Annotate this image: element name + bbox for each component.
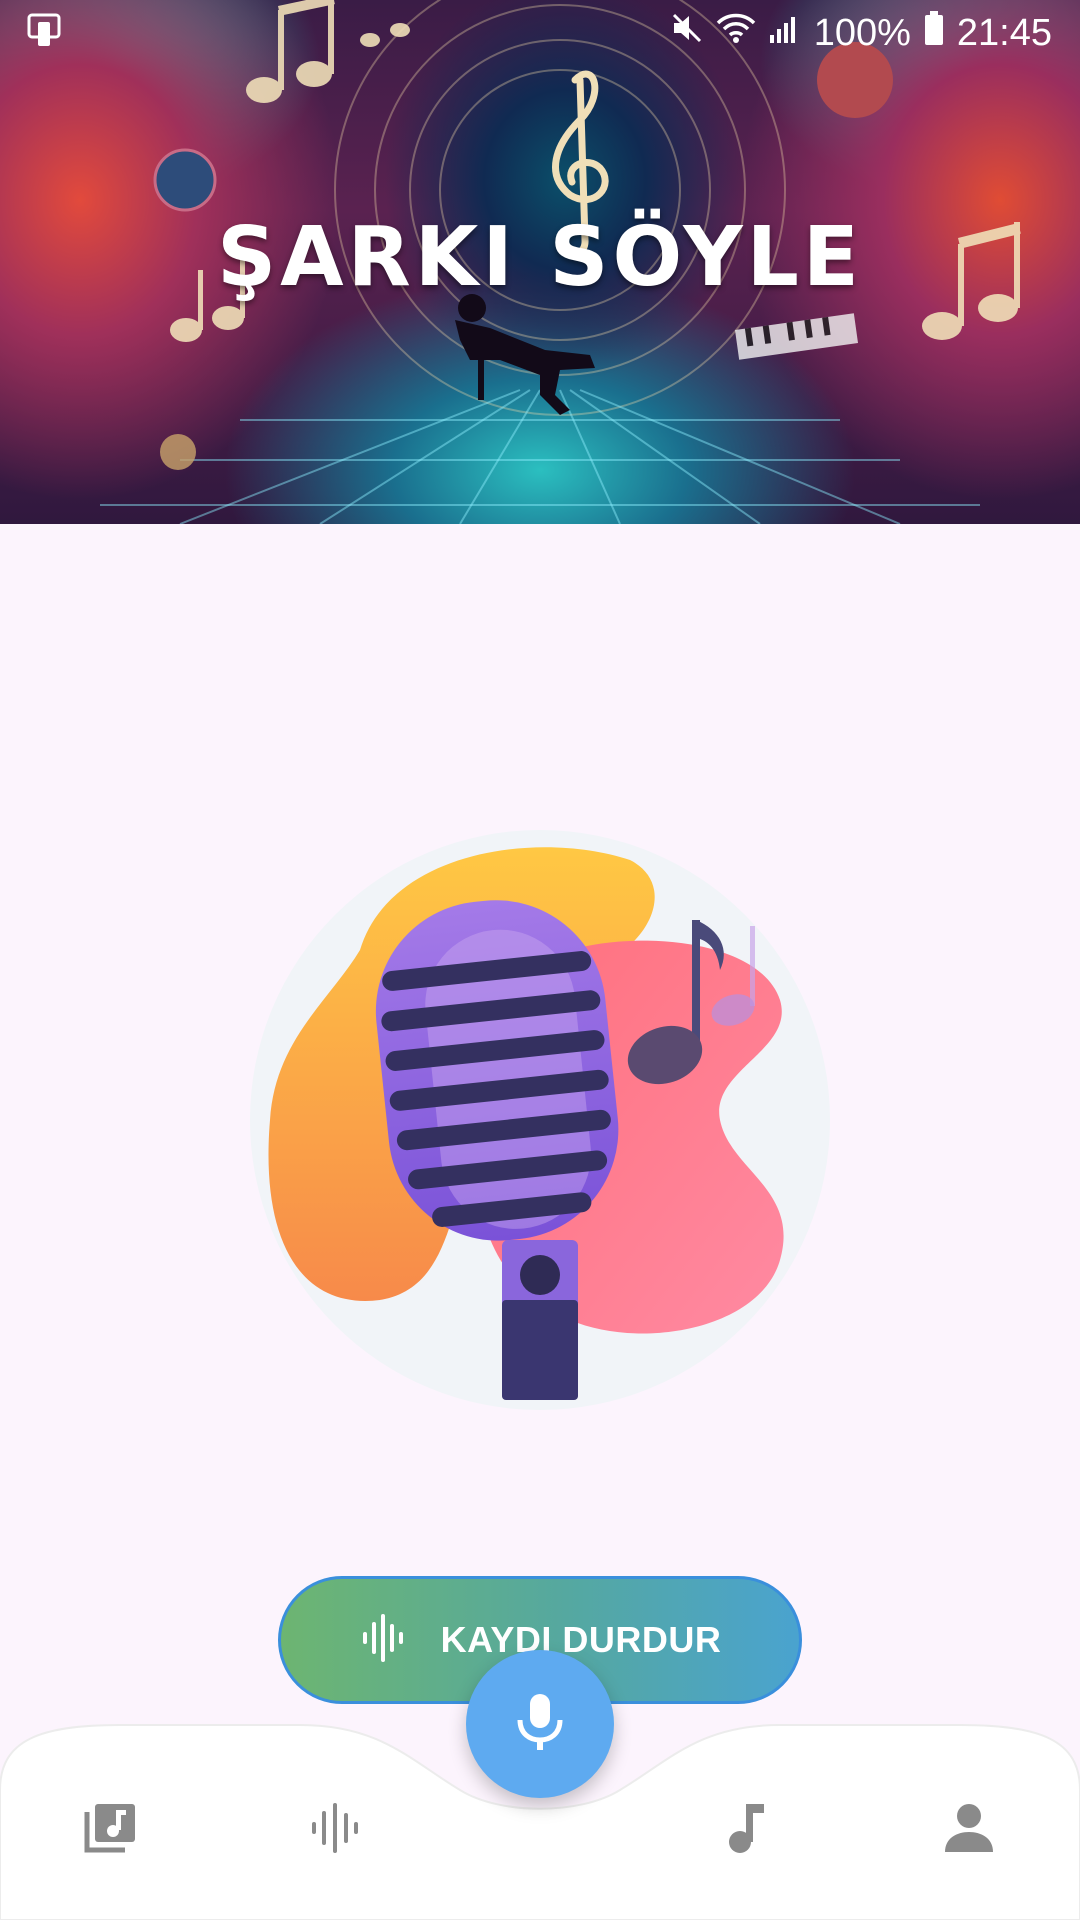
wifi-icon (716, 11, 756, 55)
record-fab-button[interactable] (466, 1650, 614, 1798)
battery-percent: 100% (813, 12, 911, 54)
nav-songs[interactable] (702, 1790, 792, 1870)
waveform-icon (308, 1801, 362, 1859)
person-icon (941, 1800, 997, 1860)
signal-icon (768, 11, 802, 55)
status-bar: 100% 21:45 (0, 0, 1080, 62)
stop-recording-label: KAYDI DURDUR (440, 1619, 722, 1660)
nav-music-library[interactable] (66, 1790, 156, 1870)
microphone-icon (514, 1692, 566, 1756)
battery-icon (923, 10, 945, 56)
music-library-icon (81, 1798, 141, 1862)
nav-profile[interactable] (924, 1790, 1014, 1870)
page-title: ŞARKI SÖYLE (217, 210, 863, 305)
waveform-icon (359, 1612, 411, 1668)
header-banner: ŞARKI SÖYLE (0, 0, 1080, 524)
nav-recordings[interactable] (290, 1790, 380, 1870)
screen-mirror-icon (26, 12, 62, 58)
microphone-illustration (240, 820, 840, 1420)
mute-icon (670, 11, 704, 55)
clock: 21:45 (956, 12, 1052, 54)
music-note-icon (722, 1800, 772, 1860)
